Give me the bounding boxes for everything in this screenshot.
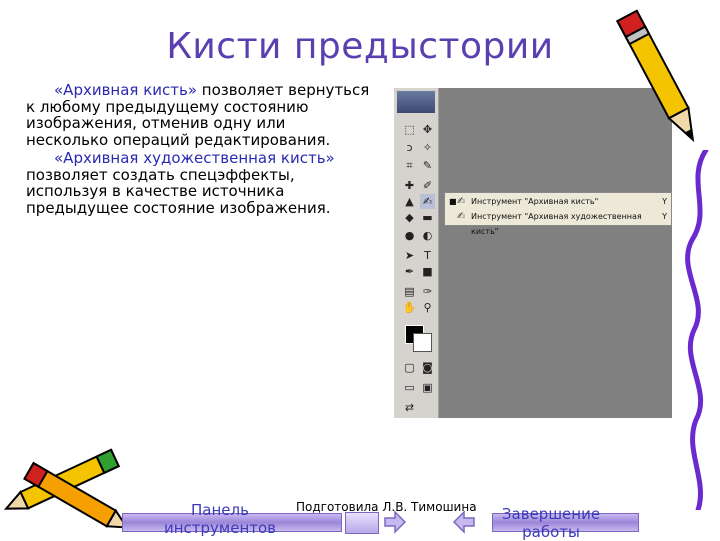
flyout-item-label: Инструмент "Архивная кисть" — [471, 197, 599, 206]
flyout-item-art-history-brush[interactable]: ✍ Инструмент "Архивная художественная ки… — [445, 209, 671, 236]
eyedropper-icon: ✑ — [422, 285, 433, 298]
squiggle-line-icon — [685, 150, 709, 510]
flyout-item-shortcut: Y — [662, 197, 667, 206]
brush-tool-icon: ✐ — [422, 179, 433, 192]
slice-tool-icon: ✎ — [422, 159, 433, 172]
paragraph-art-history-brush: «Архивная художественная кисть» позволяе… — [26, 150, 371, 216]
dodge-tool-icon: ◐ — [422, 229, 433, 242]
eraser-tool-icon: ◆ — [405, 211, 414, 224]
blur-tool-icon: ● — [404, 229, 415, 242]
type-tool-icon: T — [424, 249, 431, 262]
pen-tool-icon: ✒ — [404, 265, 415, 278]
standard-mode-icon: ▢ — [404, 361, 415, 374]
screen-mode-icon: ▭ — [404, 381, 415, 394]
nav-home-button[interactable] — [345, 512, 379, 534]
stamp-tool-icon: ▲ — [405, 195, 414, 208]
flyout-item-label: Инструмент "Архивная художественная кист… — [471, 212, 642, 236]
flyout-item-history-brush[interactable]: ■ ✍ Инструмент "Архивная кисть" Y — [445, 194, 671, 209]
shape-tool-icon: ■ — [422, 265, 433, 278]
art-history-brush-term: «Архивная художественная кисть» — [54, 149, 335, 167]
nav-link-toolbox[interactable]: Панель инструментов — [150, 501, 290, 537]
fullscreen-mode-icon: ▣ — [422, 381, 433, 394]
toolbox-header — [397, 91, 435, 113]
nav-link-finish[interactable]: Завершение работы — [496, 505, 606, 541]
hand-tool-icon: ✋ — [402, 301, 417, 314]
healing-brush-icon: ✚ — [404, 179, 415, 192]
pencil-clipart-icon — [616, 9, 695, 143]
paragraph-archive-brush: «Архивная кисть» позволяет вернуться к л… — [26, 82, 371, 148]
pencils-clipart-icon — [3, 448, 129, 529]
archive-brush-term: «Архивная кисть» — [54, 81, 198, 99]
move-tool-icon: ✥ — [422, 123, 433, 136]
quickmask-mode-icon: ◙ — [422, 361, 433, 374]
art-history-brush-icon: ✍ — [457, 211, 466, 222]
notes-tool-icon: ▤ — [404, 285, 415, 298]
slide-title: Кисти предыстории — [166, 26, 554, 67]
history-brush-flyout-menu: ■ ✍ Инструмент "Архивная кисть" Y ✍ Инст… — [444, 192, 672, 236]
art-history-brush-desc: позволяет создать спецэффекты, используя… — [26, 165, 331, 217]
background-color-swatch — [413, 333, 432, 352]
history-brush-icon: ✍ — [457, 196, 466, 207]
zoom-tool-icon: ⚲ — [423, 301, 432, 314]
path-select-icon: ➤ — [404, 249, 415, 262]
marquee-tool-icon: ⬚ — [404, 123, 415, 136]
body-text: «Архивная кисть» позволяет вернуться к л… — [26, 82, 371, 218]
gradient-tool-icon: ▬ — [422, 211, 433, 224]
flyout-item-shortcut: Y — [662, 212, 667, 221]
history-brush-tool-icon: ✍ — [420, 194, 435, 209]
selected-bullet-icon: ■ — [449, 197, 457, 206]
jump-to-icon: ⇄ — [404, 401, 415, 414]
lasso-tool-icon: ↄ — [406, 141, 413, 154]
crop-tool-icon: ⌗ — [406, 159, 413, 172]
author-credit: Подготовила Л.В. Тимошина — [296, 500, 477, 514]
magic-wand-icon: ✧ — [422, 141, 433, 154]
